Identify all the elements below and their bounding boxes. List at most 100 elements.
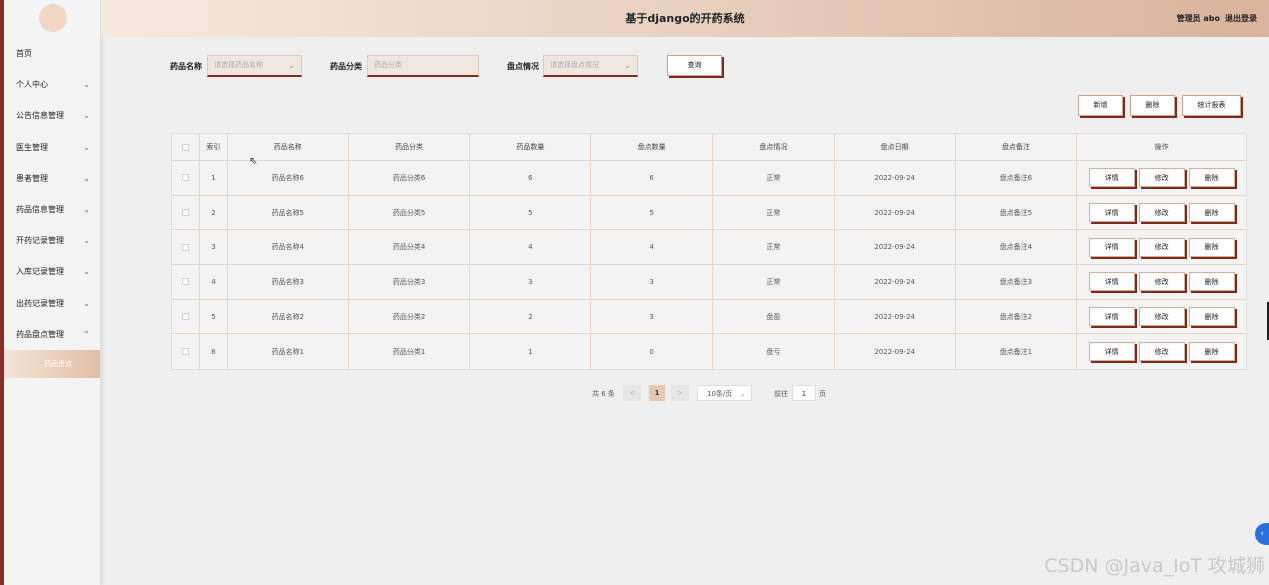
table-cell: 正常 bbox=[713, 195, 835, 230]
table-row: 1 药品名称6 药品分类6 6 6 正常 2022-09-24 盘点备注6 详情 修改 删除 bbox=[172, 161, 1246, 196]
row-checkbox-cell bbox=[172, 230, 200, 265]
query-button[interactable]: 查询 bbox=[667, 55, 722, 76]
sidebar-item[interactable]: 开药记录管理 ⌄ bbox=[4, 225, 100, 256]
delete-button[interactable]: 删除 bbox=[1188, 272, 1235, 292]
sidebar-item-label: 药品信息管理 bbox=[16, 204, 64, 214]
select-all-checkbox[interactable] bbox=[181, 143, 189, 151]
sidebar-item[interactable]: 药品信息管理 ⌄ bbox=[4, 194, 100, 225]
column-header: 盘点日期 bbox=[835, 134, 956, 160]
chevron-down-icon: ⌄ bbox=[288, 61, 295, 70]
delete-button[interactable]: 删除 bbox=[1188, 342, 1235, 362]
table-cell: 3 bbox=[591, 299, 713, 334]
table-cell: 2022-09-24 bbox=[835, 334, 956, 370]
column-header: 索引 bbox=[200, 134, 228, 160]
row-checkbox-cell bbox=[172, 334, 200, 370]
table-cell: 药品名称5 bbox=[228, 195, 349, 230]
table-cell: 药品分类2 bbox=[349, 299, 471, 334]
row-checkbox[interactable] bbox=[181, 174, 189, 182]
sidebar-item[interactable]: 药品盘点管理 ⌃ bbox=[4, 319, 100, 350]
detail-button[interactable]: 详情 bbox=[1088, 168, 1135, 188]
header-checkbox-cell bbox=[172, 134, 200, 160]
prev-page-button[interactable]: < bbox=[623, 385, 641, 401]
detail-button[interactable]: 详情 bbox=[1088, 237, 1135, 257]
status-select[interactable]: 请选择盘点情况 ⌄ bbox=[543, 55, 638, 77]
name-select-placeholder: 请选择药品名称 bbox=[214, 61, 263, 69]
row-checkbox[interactable] bbox=[181, 313, 189, 321]
collapse-icon[interactable]: ‹ bbox=[1255, 523, 1269, 545]
delete-button[interactable]: 删除 bbox=[1188, 203, 1235, 223]
page-1-button[interactable]: 1 bbox=[649, 385, 665, 401]
detail-button[interactable]: 详情 bbox=[1088, 272, 1135, 292]
name-label: 药品名称 bbox=[170, 62, 202, 71]
sidebar-item[interactable]: 出药记录管理 ⌄ bbox=[4, 288, 100, 319]
edit-button[interactable]: 修改 bbox=[1138, 203, 1185, 223]
detail-button[interactable]: 详情 bbox=[1088, 307, 1135, 327]
table-row: 6 药品名称1 药品分类1 1 0 盘亏 2022-09-24 盘点备注1 详情 修改 删除 bbox=[172, 334, 1246, 370]
batch-delete-button[interactable]: 删除 bbox=[1130, 95, 1175, 116]
sidebar-item-label: 患者管理 bbox=[16, 173, 48, 183]
row-actions: 详情 修改 删除 bbox=[1077, 300, 1246, 334]
row-checkbox[interactable] bbox=[181, 278, 189, 286]
edit-button[interactable]: 修改 bbox=[1138, 272, 1185, 292]
avatar bbox=[39, 4, 67, 32]
edit-button[interactable]: 修改 bbox=[1138, 168, 1185, 188]
column-header: 药品分类 bbox=[349, 134, 471, 160]
table-cell: 4 bbox=[470, 230, 592, 265]
goto-input[interactable]: 1 bbox=[792, 385, 816, 401]
chevron-icon: ⌄ bbox=[83, 204, 90, 214]
table-cell: 3 bbox=[591, 265, 713, 299]
sidebar-item[interactable]: 入库记录管理 ⌄ bbox=[4, 256, 100, 287]
row-actions: 详情 修改 删除 bbox=[1077, 196, 1246, 230]
sidebar-item[interactable]: 公告信息管理 ⌄ bbox=[4, 100, 100, 131]
chevron-icon: ⌄ bbox=[83, 142, 90, 152]
table-cell: 6 bbox=[470, 161, 592, 195]
detail-button[interactable]: 详情 bbox=[1088, 203, 1135, 223]
table-cell: 2022-09-24 bbox=[835, 265, 956, 299]
sidebar-item-label: 入库记录管理 bbox=[16, 267, 64, 277]
sidebar-item-label: 医生管理 bbox=[16, 142, 48, 152]
row-checkbox[interactable] bbox=[181, 209, 189, 217]
name-select[interactable]: 请选择药品名称 ⌄ bbox=[207, 55, 302, 77]
add-button[interactable]: 新增 bbox=[1078, 95, 1123, 116]
category-input[interactable]: 药品分类 bbox=[367, 55, 479, 77]
sidebar-item[interactable]: 医生管理 ⌄ bbox=[4, 132, 100, 163]
next-page-button[interactable]: > bbox=[671, 385, 689, 401]
sidebar-item[interactable]: 患者管理 ⌄ bbox=[4, 163, 100, 194]
table-cell: 正常 bbox=[713, 230, 835, 265]
delete-button[interactable]: 删除 bbox=[1188, 237, 1235, 257]
column-header: 盘点备注 bbox=[956, 134, 1078, 160]
sidebar-item[interactable]: 个人中心 ⌄ bbox=[4, 69, 100, 100]
edit-button[interactable]: 修改 bbox=[1138, 307, 1185, 327]
report-button[interactable]: 统计报表 bbox=[1182, 95, 1241, 116]
page-size-select[interactable]: 10条/页 ⌄ bbox=[697, 385, 752, 401]
table-cell: 药品分类6 bbox=[349, 161, 471, 195]
table-cell: 0 bbox=[591, 334, 713, 370]
row-actions: 详情 修改 删除 bbox=[1077, 334, 1246, 369]
table-row: 5 药品名称2 药品分类2 2 3 盘盈 2022-09-24 盘点备注2 详情 修改 删除 bbox=[172, 299, 1246, 335]
table-cell: 6 bbox=[200, 334, 228, 370]
column-header: 药品数量 bbox=[470, 134, 592, 160]
detail-button[interactable]: 详情 bbox=[1088, 342, 1135, 362]
table-row: 4 药品名称3 药品分类3 3 3 正常 2022-09-24 盘点备注3 详情 修改 删除 bbox=[172, 265, 1246, 300]
row-checkbox-cell bbox=[172, 161, 200, 195]
edit-button[interactable]: 修改 bbox=[1138, 342, 1185, 362]
logout-link[interactable]: 退出登录 bbox=[1225, 14, 1257, 23]
table-cell: 1 bbox=[200, 161, 228, 195]
table-cell: 盘点备注3 bbox=[956, 265, 1078, 299]
row-checkbox-cell bbox=[172, 195, 200, 230]
table-cell: 药品分类4 bbox=[349, 230, 471, 265]
table-cell: 2022-09-24 bbox=[835, 195, 956, 230]
edit-button[interactable]: 修改 bbox=[1138, 237, 1185, 257]
sidebar: 首页 个人中心 ⌄ 公告信息管理 ⌄ 医生管理 ⌄ 患者管理 ⌄ 药品信息管理 ⌄ 开药记录管理 ⌄ 入库… bbox=[0, 0, 101, 585]
delete-button[interactable]: 删除 bbox=[1188, 168, 1235, 188]
status-label: 盘点情况 bbox=[507, 62, 539, 71]
sidebar-item[interactable]: 首页 bbox=[4, 38, 100, 69]
delete-button[interactable]: 删除 bbox=[1188, 307, 1235, 327]
row-checkbox[interactable] bbox=[181, 348, 189, 356]
row-checkbox[interactable] bbox=[181, 243, 189, 251]
sidebar-subitem-active[interactable]: 药品盘点 bbox=[4, 349, 100, 378]
sidebar-menu: 首页 个人中心 ⌄ 公告信息管理 ⌄ 医生管理 ⌄ 患者管理 ⌄ 药品信息管理 ⌄ 开药记录管理 ⌄ 入库… bbox=[4, 38, 100, 378]
table-cell: 药品名称1 bbox=[228, 334, 349, 370]
sidebar-item-label: 个人中心 bbox=[16, 80, 48, 90]
table-cell: 盘盈 bbox=[713, 299, 835, 334]
